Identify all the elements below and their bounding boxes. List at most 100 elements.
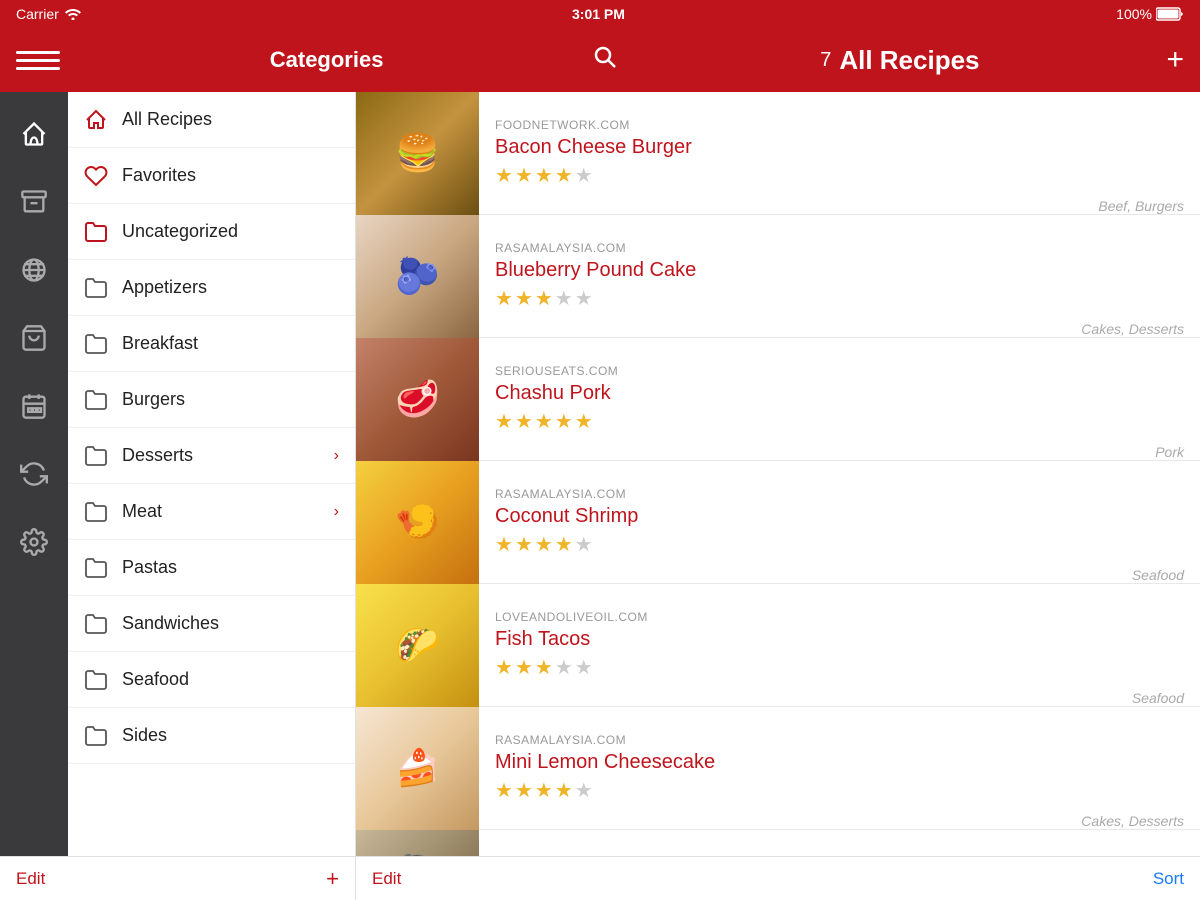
star-5: ★ — [575, 163, 593, 188]
recipe-info: LOVEANDOLIVEOIL.COM Fish Tacos ★★★★★ — [479, 598, 1132, 692]
carrier-label: Carrier — [16, 6, 59, 22]
recipe-item-chashu-pork[interactable]: 🥩 SERIOUSEATS.COM Chashu Pork ★★★★★ Pork — [356, 338, 1200, 461]
recipe-item-bacon-cheese-burger[interactable]: 🍔 FOODNETWORK.COM Bacon Cheese Burger ★★… — [356, 92, 1200, 215]
rail-archive[interactable] — [0, 168, 68, 236]
hamburger-button[interactable] — [16, 51, 60, 70]
sidebar-item-sandwiches[interactable]: Sandwiches — [68, 596, 355, 652]
battery-icon — [1156, 7, 1184, 21]
recipe-source: RASAMALAYSIA.COM — [495, 733, 1065, 747]
rail-globe[interactable] — [0, 236, 68, 304]
star-2: ★ — [515, 286, 533, 311]
recipe-thumbnail: 🍰 — [356, 707, 479, 830]
recipe-tags: Pork — [1155, 444, 1184, 460]
sidebar-item-pastas[interactable]: Pastas — [68, 540, 355, 596]
bottom-bar: Edit + Edit Sort — [0, 856, 1200, 900]
sidebar-item-appetizers[interactable]: Appetizers — [68, 260, 355, 316]
rail-calendar[interactable] — [0, 372, 68, 440]
recipe-stars: ★★★★★ — [495, 778, 1065, 803]
recipe-info: SERIOUSEATS.COM Chashu Pork ★★★★★ — [479, 352, 1155, 446]
star-3: ★ — [535, 286, 553, 311]
recipe-item-coconut-shrimp[interactable]: 🍤 RASAMALAYSIA.COM Coconut Shrimp ★★★★★ … — [356, 461, 1200, 584]
recipe-name: Blueberry Pound Cake — [495, 259, 1065, 282]
recipe-tags: Cakes, Desserts — [1081, 321, 1184, 337]
star-3: ★ — [535, 409, 553, 434]
sidebar-item-burgers[interactable]: Burgers — [68, 372, 355, 428]
recipe-thumbnail: 🥩 — [356, 338, 479, 461]
chevron-icon: › — [334, 447, 339, 465]
rail-cart[interactable] — [0, 304, 68, 372]
sidebar-item-label: Appetizers — [122, 277, 339, 298]
wifi-icon — [65, 8, 81, 20]
sidebar-item-label: Breakfast — [122, 333, 339, 354]
recipe-info: RASAMALAYSIA.COM Mini Lemon Cheesecake ★… — [479, 721, 1081, 815]
sidebar-item-desserts[interactable]: Desserts› — [68, 428, 355, 484]
sidebar-item-meat[interactable]: Meat › — [68, 484, 355, 540]
rail-settings[interactable] — [0, 508, 68, 576]
search-button[interactable] — [593, 45, 617, 75]
star-5: ★ — [575, 778, 593, 803]
star-5: ★ — [575, 655, 593, 680]
star-1: ★ — [495, 163, 513, 188]
sidebar-item-all-recipes[interactable]: All Recipes — [68, 92, 355, 148]
sidebar-item-uncategorized[interactable]: Uncategorized — [68, 204, 355, 260]
recipe-tags: Seafood — [1132, 567, 1184, 583]
sidebar-item-label: Seafood — [122, 669, 339, 690]
recipe-tags: Beef, Burgers — [1098, 198, 1184, 214]
folder-icon — [84, 332, 108, 356]
star-3: ★ — [535, 778, 553, 803]
add-recipe-button[interactable]: + — [1166, 43, 1184, 77]
recipe-item-blueberry-pound-cake[interactable]: 🫐 RASAMALAYSIA.COM Blueberry Pound Cake … — [356, 215, 1200, 338]
recipe-thumbnail: 🍤 — [356, 461, 479, 584]
folder-icon — [84, 276, 108, 300]
recipe-stars: ★★★★★ — [495, 655, 1116, 680]
recipe-name: Chashu Pork — [495, 382, 1139, 405]
folder-icon — [84, 724, 108, 748]
sidebar-item-breakfast[interactable]: Breakfast — [68, 316, 355, 372]
sidebar-item-favorites[interactable]: Favorites — [68, 148, 355, 204]
sidebar-add-button[interactable]: + — [326, 866, 339, 892]
time-display: 3:01 PM — [572, 6, 625, 22]
sidebar-item-sides[interactable]: Sides — [68, 708, 355, 764]
bottom-right-bar: Edit Sort — [356, 857, 1200, 900]
sidebar-item-label: All Recipes — [122, 109, 339, 130]
sidebar-item-seafood[interactable]: Seafood — [68, 652, 355, 708]
star-1: ★ — [495, 778, 513, 803]
recipe-thumbnail: 🥘 — [356, 830, 479, 857]
recipe-item-mini-lemon-cheesecake[interactable]: 🍰 RASAMALAYSIA.COM Mini Lemon Cheesecake… — [356, 707, 1200, 830]
recipe-info: RASAMALAYSIA.COM Blueberry Pound Cake ★★… — [479, 229, 1081, 323]
recipe-item-fish-tacos[interactable]: 🌮 LOVEANDOLIVEOIL.COM Fish Tacos ★★★★★ S… — [356, 584, 1200, 707]
star-3: ★ — [535, 532, 553, 557]
rail-sync[interactable] — [0, 440, 68, 508]
recipe-count: 7 — [820, 49, 831, 72]
star-5: ★ — [575, 409, 593, 434]
star-5: ★ — [575, 532, 593, 557]
rail-home[interactable] — [0, 100, 68, 168]
star-3: ★ — [535, 163, 553, 188]
star-3: ★ — [535, 655, 553, 680]
sidebar-item-label: Favorites — [122, 165, 339, 186]
star-2: ★ — [515, 532, 533, 557]
recipe-source: RASAMALAYSIA.COM — [495, 241, 1065, 255]
star-4: ★ — [555, 655, 573, 680]
recipe-edit-button[interactable]: Edit — [372, 869, 401, 889]
sidebar-edit-button[interactable]: Edit — [16, 869, 45, 889]
recipe-list: 🍔 FOODNETWORK.COM Bacon Cheese Burger ★★… — [356, 92, 1200, 856]
sidebar-item-label: Meat — [122, 501, 320, 522]
folder-icon — [84, 444, 108, 468]
nav-title: Categories — [60, 47, 593, 73]
recipe-thumbnail: 🌮 — [356, 584, 479, 707]
chevron-icon: › — [334, 503, 339, 521]
star-4: ★ — [555, 163, 573, 188]
recipe-name: Mini Lemon Cheesecake — [495, 751, 1065, 774]
recipe-item-partial[interactable]: 🥘 SERIOUSEATS.COM — [356, 830, 1200, 856]
sidebar-item-label: Sides — [122, 725, 339, 746]
recipe-source: RASAMALAYSIA.COM — [495, 487, 1116, 501]
star-4: ★ — [555, 286, 573, 311]
recipe-stars: ★★★★★ — [495, 163, 1082, 188]
recipe-sort-button[interactable]: Sort — [1153, 869, 1184, 889]
carrier-info: Carrier — [16, 6, 81, 22]
folder-icon — [84, 388, 108, 412]
star-1: ★ — [495, 286, 513, 311]
star-1: ★ — [495, 409, 513, 434]
heart-icon — [84, 164, 108, 188]
